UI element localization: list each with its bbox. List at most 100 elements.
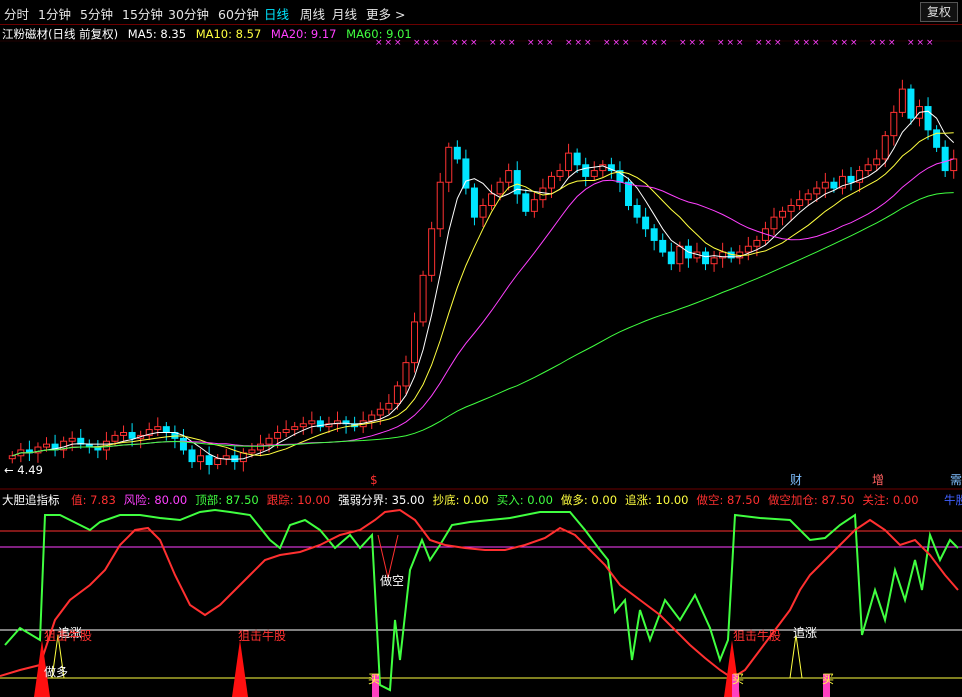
x-marker: × <box>831 38 839 48</box>
candle-body <box>43 443 51 448</box>
candle-body <box>428 228 436 276</box>
x-marker: × <box>888 38 896 48</box>
x-marker: × <box>508 38 516 48</box>
candle-body <box>582 164 590 177</box>
chase-triangle <box>789 634 803 679</box>
candle-body <box>179 437 187 451</box>
candle-body <box>222 455 230 460</box>
candle-body <box>291 426 299 431</box>
candle-body <box>453 146 461 160</box>
signal-label-5: 追涨 <box>793 625 817 640</box>
candle-body <box>299 423 307 428</box>
candle-body <box>813 187 821 195</box>
main-legend: 江粉磁材(日线 前复权) MA5: 8.35 MA10: 8.57 MA20: … <box>2 26 418 42</box>
indicator-legend: 大胆追指标 值: 7.83 风险: 80.00 顶部: 87.50 跟踪: 10.00… <box>2 492 927 508</box>
low-price-label: ← 4.49 <box>4 463 43 477</box>
candle-body <box>933 129 941 148</box>
candle-body <box>907 88 915 119</box>
candle-body <box>873 158 881 166</box>
candle-body <box>265 437 273 445</box>
x-marker: × <box>736 38 744 48</box>
candle-body <box>522 193 530 212</box>
ma20-label: MA20: 9.17 <box>270 27 337 41</box>
ma60-line <box>12 192 954 457</box>
x-marker: × <box>727 38 735 48</box>
signal-label-1: 狙击牛股 <box>44 628 92 643</box>
x-marker: × <box>812 38 820 48</box>
x-marker: × <box>755 38 763 48</box>
candle-body <box>128 431 136 439</box>
candle-body <box>753 239 761 247</box>
candle-body <box>556 170 564 177</box>
indicator-item-6: 买入: 0.00 <box>496 493 553 507</box>
candle-body <box>256 443 264 451</box>
candle-body <box>830 181 838 189</box>
x-marker: × <box>565 38 573 48</box>
candle-body <box>488 193 496 207</box>
candle-body <box>950 158 958 172</box>
indicator-item-1: 风险: 80.00 <box>123 493 188 507</box>
indicator-item-4: 强弱分界: 35.00 <box>338 493 425 507</box>
x-marker: × <box>451 38 459 48</box>
x-marker: × <box>575 38 583 48</box>
event-marker-2: 增 <box>872 473 884 487</box>
x-marker: × <box>527 38 535 48</box>
x-marker: × <box>603 38 611 48</box>
candle-body <box>496 181 504 195</box>
indicator-green-line <box>4 508 959 692</box>
candle-body <box>796 199 804 207</box>
signal-label-8: 买 <box>732 672 744 686</box>
indicator-name: 大胆追指标 <box>2 493 60 507</box>
candle-body <box>573 152 581 166</box>
stock-chart: × × × × × × × × × × × × × × × × × × × × × × × × × × × × × × × × × × × × × × × ×… <box>0 38 962 697</box>
x-marker: × <box>907 38 915 48</box>
candle-body <box>68 437 76 442</box>
candle-body <box>385 402 393 410</box>
event-marker-1: 财 <box>790 473 802 487</box>
candle-body <box>530 199 538 212</box>
signal-label-7: 买 <box>368 672 380 686</box>
candle-body <box>205 455 213 466</box>
candle-body <box>847 175 855 183</box>
candle-body <box>821 181 829 189</box>
signal-label-6: 做多 <box>44 664 68 679</box>
x-marker: × <box>698 38 706 48</box>
signal-label-2: 狙击牛股 <box>238 628 286 643</box>
candle-body <box>505 170 513 183</box>
indicator-item-8: 追涨: 10.00 <box>625 493 689 507</box>
candle-body <box>376 408 384 416</box>
candle-body <box>642 216 650 230</box>
short-wedge <box>377 534 399 579</box>
indicator-item-9: 做空: 87.50 <box>696 493 760 507</box>
indicator-item-10: 做空加仓: 87.50 <box>767 493 855 507</box>
indicator-item-7: 做多: 0.00 <box>560 493 618 507</box>
x-marker: × <box>841 38 849 48</box>
ma10-line <box>12 132 954 457</box>
candle-body <box>676 245 684 265</box>
event-marker-0: $ <box>370 473 378 487</box>
candle-body <box>436 181 444 230</box>
candle-body <box>710 257 718 265</box>
indicator-item-5: 抄底: 0.00 <box>432 493 489 507</box>
x-marker: × <box>679 38 687 48</box>
x-marker: × <box>613 38 621 48</box>
candle-body <box>154 426 162 431</box>
x-marker: × <box>499 38 507 48</box>
x-marker: × <box>584 38 592 48</box>
candle-body <box>368 414 376 422</box>
candle-body <box>659 239 667 253</box>
x-marker: × <box>793 38 801 48</box>
candle-body <box>625 181 632 207</box>
event-marker-3: 需 <box>950 473 962 487</box>
candle-body <box>411 321 419 364</box>
signal-label-4: 狙击牛股 <box>733 628 781 643</box>
ma10-label: MA10: 8.57 <box>195 27 262 41</box>
indicator-extra: 牛股 <box>944 493 962 507</box>
candle-body <box>650 228 658 241</box>
indicator-item-2: 顶部: 87.50 <box>195 493 259 507</box>
candle-body <box>744 245 752 253</box>
candle-body <box>419 274 427 323</box>
x-marker: × <box>622 38 630 48</box>
ma5-line <box>12 110 955 460</box>
candle-body <box>197 455 205 463</box>
